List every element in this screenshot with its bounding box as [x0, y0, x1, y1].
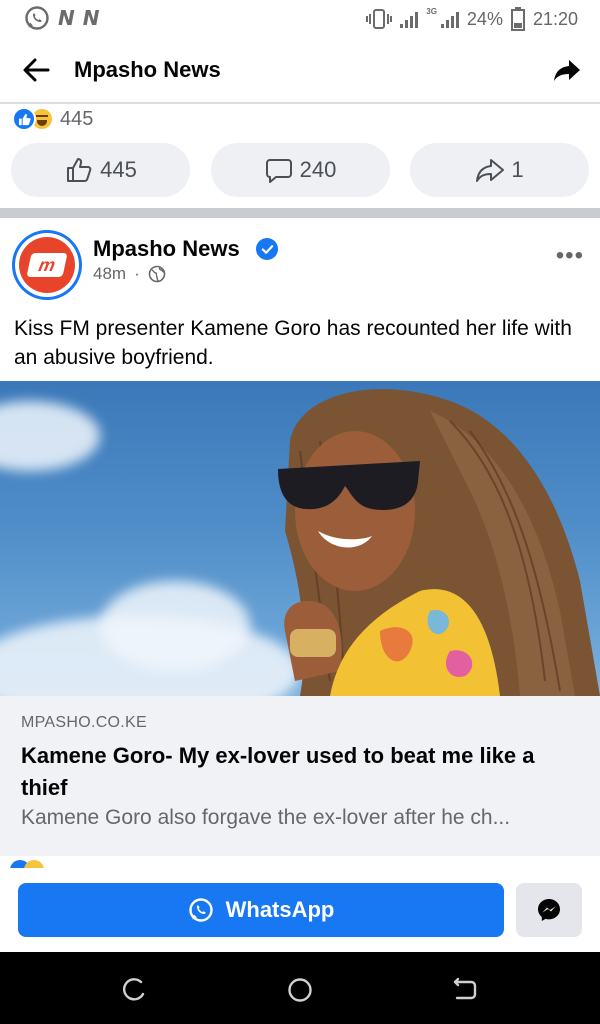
back-icon[interactable] — [451, 976, 479, 1004]
verified-badge-icon — [256, 238, 278, 260]
avatar[interactable]: m — [12, 230, 82, 300]
post-divider — [0, 208, 600, 218]
n-notification-icon: N — [82, 6, 100, 30]
more-options-icon[interactable]: ••• — [556, 244, 584, 268]
link-domain: MPASHO.CO.KE — [21, 714, 147, 731]
share-count: 1 — [511, 157, 524, 182]
bottom-action-bar: WhatsApp — [0, 868, 600, 952]
battery-icon — [510, 7, 525, 31]
like-icon — [12, 107, 36, 131]
reaction-summary[interactable]: 445 — [12, 106, 93, 132]
comment-icon — [265, 159, 292, 183]
app-header: Mpasho News — [0, 36, 600, 104]
poster-name[interactable]: Mpasho News — [93, 236, 240, 262]
home-icon[interactable] — [286, 976, 314, 1004]
comment-count: 240 — [299, 157, 337, 182]
like-count: 445 — [100, 157, 137, 182]
arrow-left-icon[interactable] — [20, 54, 52, 86]
vibrate-icon — [366, 9, 393, 29]
post-text: Kiss FM presenter Kamene Goro has recoun… — [14, 317, 572, 369]
messenger-icon — [538, 899, 560, 921]
signal-icon — [400, 10, 419, 28]
share-arrow-icon[interactable] — [552, 55, 582, 85]
recent-apps-icon[interactable] — [121, 976, 149, 1004]
mpasho-logo: m — [26, 253, 68, 277]
whatsapp-label: WhatsApp — [225, 897, 335, 922]
whatsapp-icon — [25, 6, 49, 30]
link-description: Kamene Goro also forgave the ex-lover af… — [21, 806, 511, 829]
thumbs-up-icon — [67, 158, 92, 182]
link-preview[interactable]: MPASHO.CO.KE Kamene Goro- My ex-lover us… — [0, 696, 600, 856]
page-title: Mpasho News — [74, 57, 221, 82]
battery-percent: 24% — [466, 8, 503, 29]
reaction-count: 445 — [60, 107, 94, 130]
share-button[interactable]: 1 — [410, 143, 589, 197]
network-type: 3G — [426, 6, 437, 16]
n-notification-icon: N — [58, 6, 75, 30]
meta-separator: · — [134, 264, 140, 283]
whatsapp-icon — [188, 898, 213, 922]
engagement-row: 445 240 1 — [11, 143, 589, 197]
globe-icon — [148, 265, 166, 283]
share-icon — [476, 159, 505, 182]
link-title: Kamene Goro- My ex-lover used to beat me… — [21, 743, 535, 800]
clock: 21:20 — [532, 8, 578, 29]
like-button[interactable]: 445 — [11, 143, 190, 197]
portrait-photo — [278, 389, 600, 696]
whatsapp-button[interactable]: WhatsApp — [18, 883, 504, 937]
system-nav-bar — [0, 952, 600, 1024]
post-meta: 48m · — [93, 264, 166, 284]
post-image[interactable] — [0, 381, 600, 696]
signal-icon-2 — [440, 10, 459, 28]
post-time[interactable]: 48m — [93, 264, 126, 284]
status-right-icons: 3G 24% 21:20 — [366, 7, 578, 31]
comment-button[interactable]: 240 — [210, 143, 390, 197]
status-left-icons: N N — [24, 5, 100, 31]
messenger-button[interactable] — [516, 883, 582, 937]
status-bar: N N 3G 24% 21:20 — [0, 0, 600, 36]
